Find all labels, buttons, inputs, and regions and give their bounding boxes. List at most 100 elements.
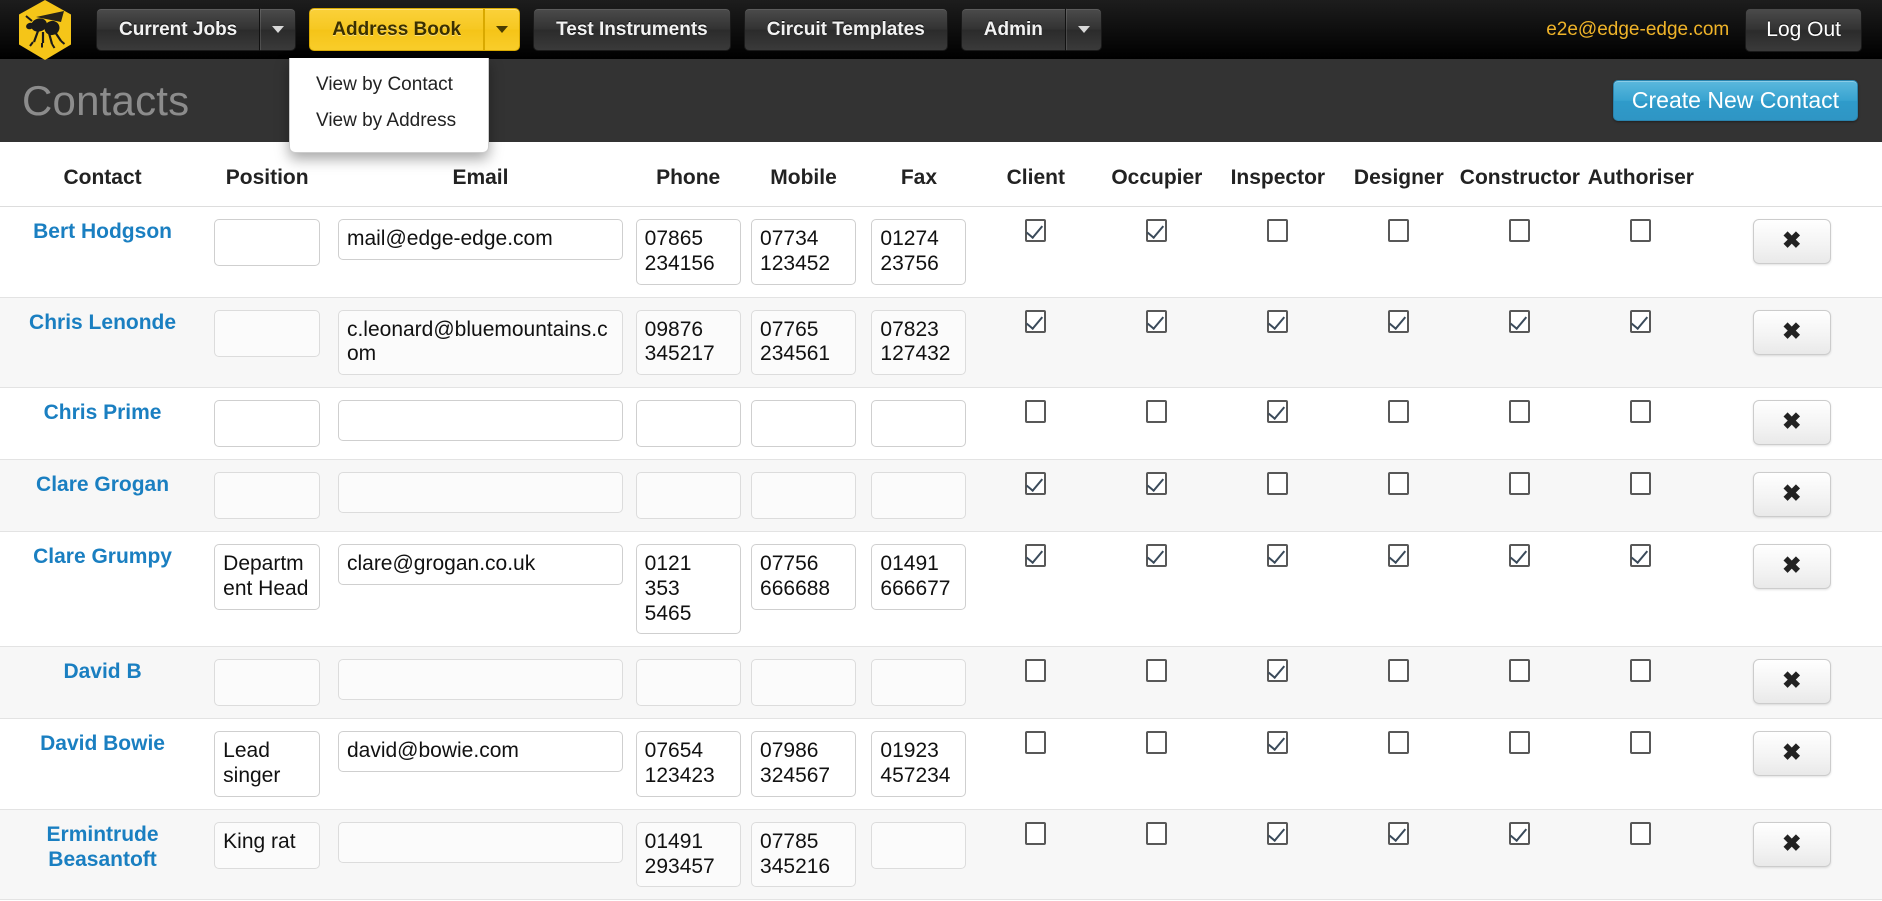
phone-input[interactable]: 07654 123423 xyxy=(635,731,741,797)
constructor-checkbox[interactable] xyxy=(1509,821,1531,845)
client-checkbox[interactable] xyxy=(1025,659,1047,683)
email-input[interactable]: clare@grogan.co.uk xyxy=(337,544,623,586)
authoriser-checkbox[interactable] xyxy=(1630,472,1652,496)
fax-input[interactable]: 01274 23756 xyxy=(871,219,967,285)
occupier-checkbox[interactable] xyxy=(1146,219,1168,242)
mobile-input[interactable]: 07785 345216 xyxy=(751,821,857,888)
designer-checkbox[interactable] xyxy=(1388,219,1410,242)
occupier-checkbox[interactable] xyxy=(1146,472,1168,496)
position-input[interactable]: King rat xyxy=(214,821,321,869)
nav-button-address-book[interactable]: Address Book xyxy=(309,8,485,51)
phone-input[interactable]: 01491 293457 xyxy=(635,821,741,888)
client-checkbox[interactable] xyxy=(1025,472,1047,496)
designer-checkbox[interactable] xyxy=(1388,309,1410,333)
inspector-checkbox[interactable] xyxy=(1267,544,1289,568)
designer-checkbox[interactable] xyxy=(1388,821,1410,845)
phone-input[interactable] xyxy=(635,659,741,707)
occupier-checkbox[interactable] xyxy=(1146,544,1168,568)
authoriser-checkbox[interactable] xyxy=(1630,659,1652,683)
nav-caret-admin[interactable] xyxy=(1065,8,1102,51)
contact-name-link[interactable]: Chris Lenonde xyxy=(29,310,176,335)
occupier-checkbox[interactable] xyxy=(1146,309,1168,333)
client-checkbox[interactable] xyxy=(1025,400,1047,424)
fax-input[interactable] xyxy=(871,400,967,448)
email-input[interactable]: c.leonard@bluemountains.com xyxy=(337,309,623,376)
delete-contact-button[interactable]: ✖ xyxy=(1752,821,1831,867)
phone-input[interactable] xyxy=(635,400,741,448)
email-input[interactable] xyxy=(337,821,623,863)
fax-input[interactable] xyxy=(871,659,967,707)
fax-input[interactable] xyxy=(871,821,967,869)
app-logo[interactable] xyxy=(14,0,76,61)
inspector-checkbox[interactable] xyxy=(1267,821,1289,845)
occupier-checkbox[interactable] xyxy=(1146,821,1168,845)
mobile-input[interactable]: 07986 324567 xyxy=(751,731,857,797)
designer-checkbox[interactable] xyxy=(1388,659,1410,683)
delete-contact-button[interactable]: ✖ xyxy=(1752,544,1831,590)
delete-contact-button[interactable]: ✖ xyxy=(1752,731,1831,777)
email-input[interactable] xyxy=(337,659,623,701)
email-input[interactable]: david@bowie.com xyxy=(337,731,623,773)
position-input[interactable]: Department Head xyxy=(214,544,321,610)
delete-contact-button[interactable]: ✖ xyxy=(1752,659,1831,705)
fax-input[interactable]: 07823 127432 xyxy=(871,309,967,376)
authoriser-checkbox[interactable] xyxy=(1630,731,1652,755)
nav-button-circuit-templates[interactable]: Circuit Templates xyxy=(743,8,948,51)
inspector-checkbox[interactable] xyxy=(1267,309,1289,333)
constructor-checkbox[interactable] xyxy=(1509,731,1531,755)
mobile-input[interactable] xyxy=(751,400,857,448)
phone-input[interactable]: 09876 345217 xyxy=(635,309,741,376)
occupier-checkbox[interactable] xyxy=(1146,731,1168,755)
position-input[interactable] xyxy=(214,659,321,707)
phone-input[interactable]: 0121 353 5465 xyxy=(635,544,741,635)
position-input[interactable] xyxy=(214,309,321,357)
authoriser-checkbox[interactable] xyxy=(1630,544,1652,568)
occupier-checkbox[interactable] xyxy=(1146,659,1168,683)
authoriser-checkbox[interactable] xyxy=(1630,400,1652,424)
occupier-checkbox[interactable] xyxy=(1146,400,1168,424)
contact-name-link[interactable]: Clare Grogan xyxy=(36,472,169,497)
mobile-input[interactable]: 07734 123452 xyxy=(751,219,857,285)
nav-button-current-jobs[interactable]: Current Jobs xyxy=(96,8,261,51)
delete-contact-button[interactable]: ✖ xyxy=(1752,219,1831,264)
designer-checkbox[interactable] xyxy=(1388,472,1410,496)
nav-item-circuit-templates[interactable]: Circuit Templates xyxy=(743,8,948,51)
nav-button-test-instruments[interactable]: Test Instruments xyxy=(533,8,731,51)
email-input[interactable] xyxy=(337,472,623,514)
client-checkbox[interactable] xyxy=(1025,219,1047,242)
email-input[interactable] xyxy=(337,400,623,442)
fax-input[interactable] xyxy=(871,472,967,520)
client-checkbox[interactable] xyxy=(1025,731,1047,755)
constructor-checkbox[interactable] xyxy=(1509,400,1531,424)
create-new-contact-button[interactable]: Create New Contact xyxy=(1612,80,1858,121)
constructor-checkbox[interactable] xyxy=(1509,472,1531,496)
constructor-checkbox[interactable] xyxy=(1509,659,1531,683)
authoriser-checkbox[interactable] xyxy=(1630,309,1652,333)
nav-caret-current-jobs[interactable] xyxy=(260,8,297,51)
delete-contact-button[interactable]: ✖ xyxy=(1752,400,1831,446)
inspector-checkbox[interactable] xyxy=(1267,219,1289,242)
menu-item-view-by-address[interactable]: View by Address xyxy=(290,103,488,139)
nav-caret-address-book[interactable] xyxy=(484,8,521,51)
nav-item-admin[interactable]: Admin xyxy=(960,8,1102,51)
authoriser-checkbox[interactable] xyxy=(1630,219,1652,242)
delete-contact-button[interactable]: ✖ xyxy=(1752,309,1831,355)
contact-name-link[interactable]: David B xyxy=(63,659,141,684)
user-email-link[interactable]: e2e@edge-edge.com xyxy=(1546,19,1729,41)
fax-input[interactable]: 01923 457234 xyxy=(871,731,967,797)
email-input[interactable]: mail@edge-edge.com xyxy=(337,219,623,260)
contact-name-link[interactable]: Ermintrude Beasantoft xyxy=(0,822,205,872)
constructor-checkbox[interactable] xyxy=(1509,309,1531,333)
position-input[interactable]: Lead singer xyxy=(214,731,321,797)
inspector-checkbox[interactable] xyxy=(1267,472,1289,496)
inspector-checkbox[interactable] xyxy=(1267,731,1289,755)
menu-item-view-by-contact[interactable]: View by Contact xyxy=(290,67,488,103)
position-input[interactable] xyxy=(214,472,321,520)
client-checkbox[interactable] xyxy=(1025,544,1047,568)
nav-button-admin[interactable]: Admin xyxy=(960,8,1066,51)
mobile-input[interactable]: 07756 666688 xyxy=(751,544,857,610)
designer-checkbox[interactable] xyxy=(1388,731,1410,755)
phone-input[interactable]: 07865 234156 xyxy=(635,219,741,285)
designer-checkbox[interactable] xyxy=(1388,400,1410,424)
nav-item-current-jobs[interactable]: Current Jobs xyxy=(96,8,297,51)
